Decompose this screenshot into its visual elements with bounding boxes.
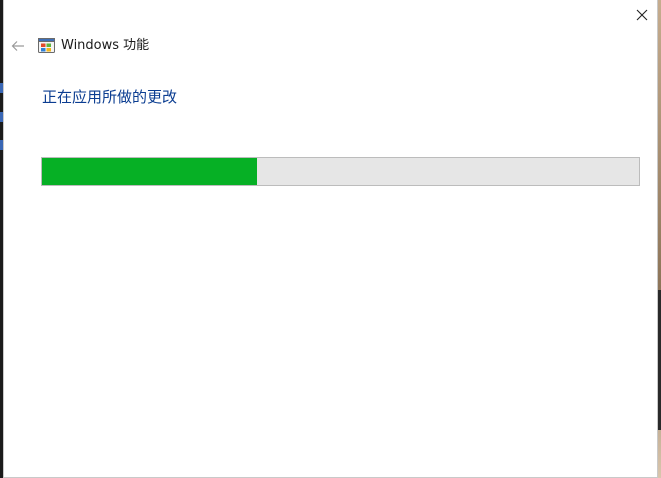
back-arrow-icon xyxy=(11,41,24,51)
windows-features-icon xyxy=(38,38,55,53)
back-button[interactable] xyxy=(8,37,28,55)
progress-bar-fill xyxy=(42,158,257,185)
window-title: Windows 功能 xyxy=(61,38,150,53)
status-heading: 正在应用所做的更改 xyxy=(42,88,178,106)
windows-features-dialog: Windows 功能 正在应用所做的更改 xyxy=(3,0,658,478)
close-icon xyxy=(636,9,648,21)
close-button[interactable] xyxy=(627,0,657,30)
progress-bar xyxy=(41,157,640,186)
